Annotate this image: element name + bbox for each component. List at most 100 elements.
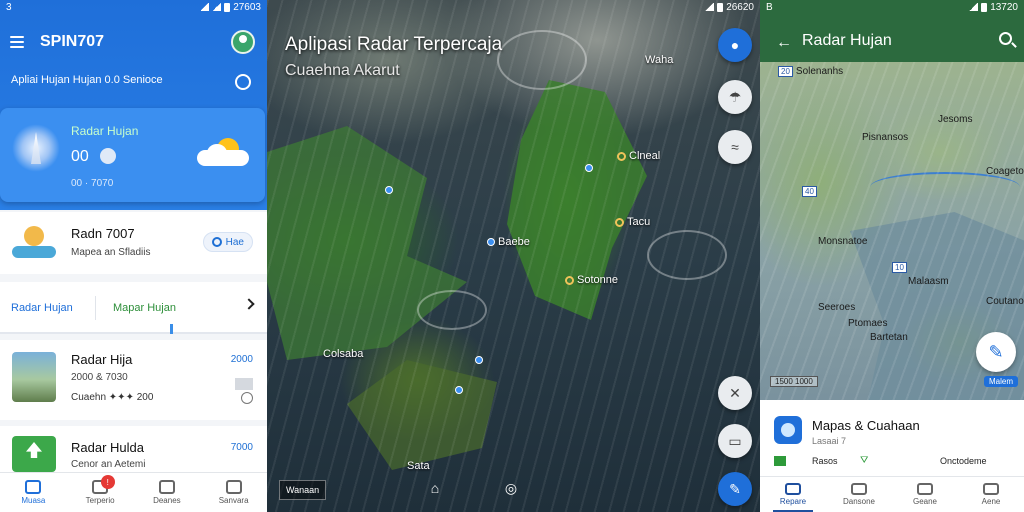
row-chip[interactable]: Hae — [202, 232, 253, 252]
avatar[interactable] — [231, 30, 255, 54]
item-title: Radar Hija — [71, 352, 133, 367]
nav-label: Muasa — [21, 496, 46, 505]
row-title: Radn 7007 — [71, 226, 135, 241]
place-label: Sotonne — [565, 274, 618, 286]
item-line1: 2000 & 7030 — [71, 372, 128, 383]
map-label: Coutanoe — [986, 296, 1024, 307]
card-value: 00 — [71, 148, 89, 165]
status-bar: 26620 — [267, 0, 760, 14]
umbrella-icon: ☂ — [728, 88, 742, 105]
tab-indicator — [170, 324, 173, 334]
tools-button[interactable]: ✎ — [718, 472, 752, 506]
nav-label: Geane — [912, 497, 938, 506]
item-tag: 2000 — [230, 354, 253, 365]
map-label: 40 — [802, 186, 817, 197]
map-label: 10 — [892, 262, 907, 273]
toggle-circle-icon[interactable] — [235, 74, 251, 90]
place-label: Waha — [645, 54, 674, 66]
status-time: 13720 — [990, 1, 1018, 13]
menu-icon[interactable] — [10, 36, 24, 48]
radar-icon — [785, 483, 801, 495]
nav-sanvara[interactable]: Sanvara — [200, 473, 267, 512]
nav-muasa[interactable]: Muasa — [0, 473, 67, 512]
left-phone: 3 27603 SPIN707 Apliai Hujan Hujan 0.0 S… — [0, 0, 267, 512]
pen-icon: ✎ — [988, 341, 1004, 362]
route-icon[interactable]: ⌂ — [425, 480, 445, 498]
chevron-right-icon[interactable] — [243, 298, 255, 310]
nav-terperio[interactable]: ! Terperio — [67, 473, 134, 512]
clock-icon — [211, 237, 222, 247]
nav-label: Repare — [779, 497, 807, 506]
satellite-map-panel[interactable]: 26620 Aplipasi Radar Terpercaja Cuaehna … — [267, 0, 760, 512]
list-item[interactable]: Radar Hija 2000 & 7030 Cuaehn ✦✦✦ 200 20… — [0, 340, 267, 420]
item-line2: Cuaehn ✦✦✦ 200 — [71, 392, 154, 403]
radar-summary-card[interactable]: Radar Hujan 00 00 · 7070 — [0, 108, 265, 202]
info-icon[interactable] — [241, 392, 253, 404]
right-phone: B 13720 ← Radar Hujan 20 Solenanhs Jesoms… — [760, 0, 1024, 512]
nav-repare[interactable]: Repare — [760, 477, 826, 512]
tab-mapar-hujan[interactable]: Mapar Hujan — [113, 302, 176, 314]
battery-icon — [717, 2, 724, 12]
list-item[interactable]: Radar Hulda Cenor an Aetemi 7000 — [0, 426, 267, 472]
nav-label: Terperio — [85, 496, 115, 505]
wind-icon: ≈ — [731, 139, 739, 155]
signal-icon — [969, 3, 979, 11]
calendar-button[interactable]: ▭ — [718, 424, 752, 458]
nav-label: Sanvara — [218, 496, 249, 505]
nav-geane[interactable]: Geane — [892, 477, 958, 512]
radar-row[interactable]: Radn 7007 Mapea an Sfladiis Hae — [0, 212, 267, 274]
layers-button[interactable]: ● — [718, 28, 752, 62]
wind-layer-button[interactable]: ≈ — [718, 130, 752, 164]
place-label: Clneal — [617, 150, 660, 162]
wifi-icon — [212, 3, 222, 11]
signal-icon — [200, 3, 210, 11]
status-bar: 3 27603 — [0, 0, 267, 14]
map-pin[interactable] — [455, 386, 463, 394]
nav-label: Dansone — [842, 497, 876, 506]
back-arrow-icon[interactable]: ← — [776, 34, 792, 52]
rain-layer-button[interactable]: ☂ — [718, 80, 752, 114]
map-pin[interactable] — [385, 186, 393, 194]
tools-icon — [851, 483, 867, 495]
cloud-icon — [158, 480, 175, 494]
map-label: Malaasm — [908, 276, 949, 287]
item-title: Radar Hulda — [71, 440, 144, 455]
app-icon — [774, 416, 802, 444]
nav-dansone[interactable]: Dansone — [826, 477, 892, 512]
chip-label: Hae — [225, 236, 244, 248]
map-label: Pisnansos — [862, 132, 909, 143]
sun-cloud-icon — [197, 138, 249, 168]
satellite-layer-button[interactable]: ✕ — [718, 376, 752, 410]
map-pill[interactable]: Malem — [983, 376, 1018, 387]
card-time: 00 · 7070 — [71, 178, 114, 189]
status-time: 26620 — [726, 1, 754, 13]
locate-icon[interactable]: ◎ — [501, 480, 521, 498]
header-subtitle: Apliai Hujan Hujan 0.0 Senioce — [11, 74, 163, 86]
satellite-icon: ✕ — [729, 384, 741, 401]
calendar-icon: ▭ — [728, 432, 742, 449]
map-pin[interactable] — [475, 356, 483, 364]
map-pin[interactable] — [585, 164, 593, 172]
screenshot-collage: 3 27603 SPIN707 Apliai Hujan Hujan 0.0 S… — [0, 0, 1024, 512]
nav-aene[interactable]: Aene — [958, 477, 1024, 512]
home-icon — [25, 480, 42, 494]
status-carrier: B — [766, 1, 773, 13]
info-icon[interactable] — [100, 148, 116, 164]
bottom-sheet[interactable]: Mapas & Cuahaan Lasaai 7 Rasos ⛛ Onctode… — [760, 400, 1024, 476]
battery-icon — [224, 2, 231, 12]
draw-button[interactable]: ✎ — [976, 332, 1016, 372]
layers-icon: ● — [730, 37, 740, 53]
status-time: 27603 — [233, 1, 261, 13]
map-label: Jesoms — [938, 114, 973, 125]
sheet-label: Onctodeme — [940, 456, 987, 466]
tab-radar-hujan[interactable]: Radar Hujan — [11, 302, 73, 314]
card-label: Radar Hujan — [71, 124, 139, 138]
bottom-nav: Repare Dansone Geane Aene — [760, 476, 1024, 512]
notification-badge: ! — [100, 475, 115, 489]
nav-deanes[interactable]: Deanes — [134, 473, 201, 512]
nav-label: Deanes — [153, 496, 181, 505]
battery-icon — [981, 2, 988, 12]
sheet-title: Mapas & Cuahaan — [812, 418, 920, 433]
search-icon[interactable] — [999, 32, 1012, 45]
map-label: Ptomaes — [848, 318, 888, 329]
